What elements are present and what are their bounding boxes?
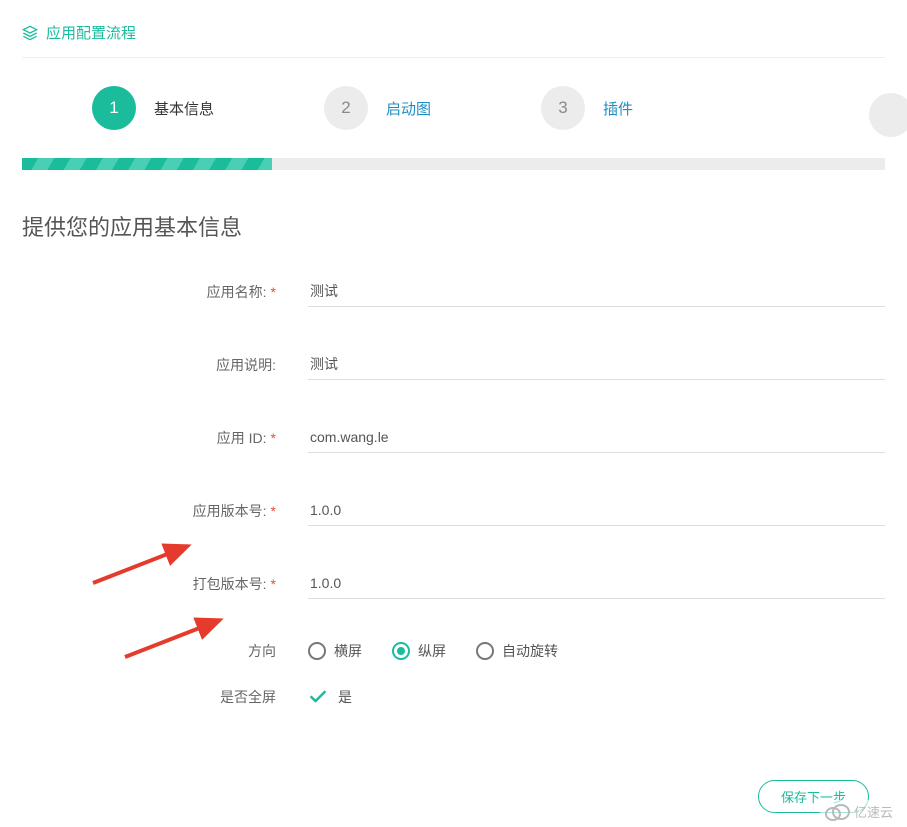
radio-label: 自动旋转 <box>502 641 558 661</box>
section-title: 提供您的应用基本信息 <box>22 210 885 242</box>
app-desc-input[interactable] <box>308 349 885 380</box>
step-indicator: 1 基本信息 2 启动图 3 插件 <box>22 58 885 158</box>
watermark: 亿速云 <box>820 800 897 823</box>
step-label: 插件 <box>603 98 633 119</box>
step-plugins[interactable]: 3 插件 <box>541 86 633 130</box>
label-app-name: 应用名称:* <box>22 282 282 302</box>
radio-icon <box>392 642 410 660</box>
watermark-text: 亿速云 <box>854 802 893 821</box>
radio-label: 横屏 <box>334 641 362 661</box>
step-number: 1 <box>92 86 136 130</box>
label-app-id: 应用 ID:* <box>22 428 282 448</box>
step-label: 启动图 <box>386 98 431 119</box>
radio-landscape[interactable]: 横屏 <box>308 641 362 661</box>
fullscreen-toggle[interactable]: 是 <box>308 687 885 707</box>
cloud-icon <box>824 803 850 821</box>
label-app-version: 应用版本号:* <box>22 501 282 521</box>
label-orientation: 方向 <box>22 641 282 661</box>
radio-label: 纵屏 <box>418 641 446 661</box>
radio-icon <box>308 642 326 660</box>
step-number: 3 <box>541 86 585 130</box>
step-next-ghost <box>869 93 907 137</box>
step-number: 2 <box>324 86 368 130</box>
app-id-input[interactable] <box>308 422 885 453</box>
app-version-input[interactable] <box>308 495 885 526</box>
radio-icon <box>476 642 494 660</box>
pack-version-input[interactable] <box>308 568 885 599</box>
step-splash[interactable]: 2 启动图 <box>324 86 431 130</box>
progress-fill <box>22 158 272 170</box>
label-app-desc: 应用说明: <box>22 355 282 375</box>
step-label: 基本信息 <box>154 98 214 119</box>
label-pack-version: 打包版本号:* <box>22 574 282 594</box>
progress-bar <box>22 158 885 170</box>
radio-autorotate[interactable]: 自动旋转 <box>476 641 558 661</box>
layers-icon <box>22 25 38 41</box>
radio-portrait[interactable]: 纵屏 <box>392 641 446 661</box>
label-fullscreen: 是否全屏 <box>22 687 282 707</box>
check-icon <box>308 687 328 707</box>
step-basic-info[interactable]: 1 基本信息 <box>92 86 214 130</box>
panel-title: 应用配置流程 <box>46 22 136 43</box>
fullscreen-value: 是 <box>338 687 352 707</box>
app-name-input[interactable] <box>308 276 885 307</box>
